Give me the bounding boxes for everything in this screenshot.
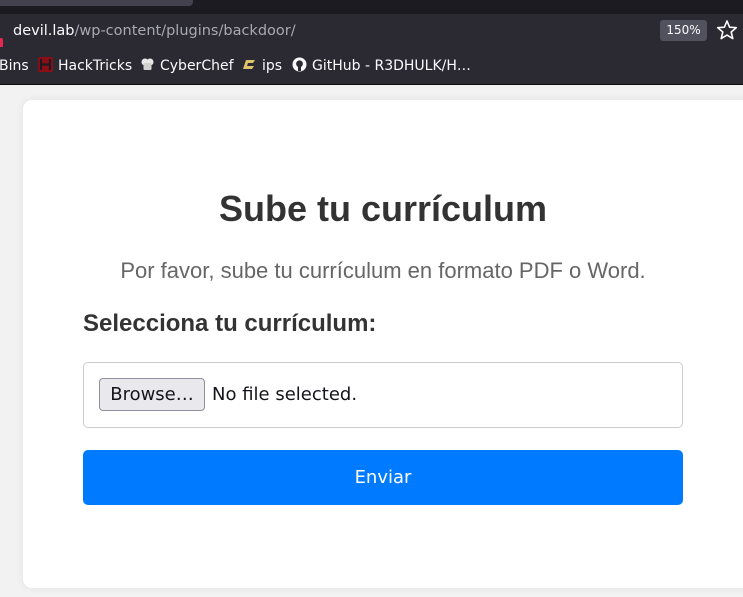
ips-icon: [243, 60, 255, 69]
file-field-label: Selecciona tu currículum:: [83, 310, 377, 337]
zoom-level-badge[interactable]: 150%: [660, 20, 707, 41]
hacktricks-icon: [38, 57, 53, 72]
file-status-text: No file selected.: [212, 384, 358, 405]
bookmark-label: CyberChef: [160, 58, 234, 74]
bookmarks-toolbar: Bins HackTricks CyberChef ips GitHub - R…: [0, 47, 743, 85]
url-text[interactable]: devil.lab/wp-content/plugins/backdoor/: [13, 21, 296, 41]
cyberchef-icon: [141, 58, 154, 70]
bookmark-label: GitHub - R3DHULK/H…: [312, 58, 471, 74]
file-input[interactable]: Browse… No file selected.: [83, 362, 683, 428]
upload-card: Sube tu currículum Por favor, sube tu cu…: [23, 100, 743, 588]
bookmark-bins[interactable]: Bins: [0, 56, 29, 76]
bookmark-label: Bins: [0, 58, 29, 74]
bookmark-ips[interactable]: ips: [242, 56, 282, 76]
page-subtitle: Por favor, sube tu currículum en formato…: [120, 258, 646, 283]
tab-strip: [0, 0, 743, 14]
bookmark-label: ips: [262, 58, 283, 74]
active-tab[interactable]: [0, 0, 193, 6]
bookmark-star-icon[interactable]: [716, 19, 738, 41]
bookmark-hacktricks[interactable]: HackTricks: [38, 56, 132, 76]
page-title: Sube tu currículum: [218, 188, 548, 229]
url-path: /wp-content/plugins/backdoor/: [74, 23, 296, 39]
url-bar[interactable]: devil.lab/wp-content/plugins/backdoor/ 1…: [0, 14, 743, 48]
bookmark-github[interactable]: GitHub - R3DHULK/H…: [292, 56, 471, 76]
github-icon: [292, 57, 307, 72]
browse-button[interactable]: Browse…: [99, 378, 205, 411]
url-host: devil.lab: [13, 23, 75, 39]
bookmark-cyberchef[interactable]: CyberChef: [140, 56, 234, 76]
submit-button[interactable]: Enviar: [83, 450, 683, 505]
bookmark-label: HackTricks: [58, 58, 133, 74]
page-viewport: Sube tu currículum Por favor, sube tu cu…: [0, 85, 743, 597]
